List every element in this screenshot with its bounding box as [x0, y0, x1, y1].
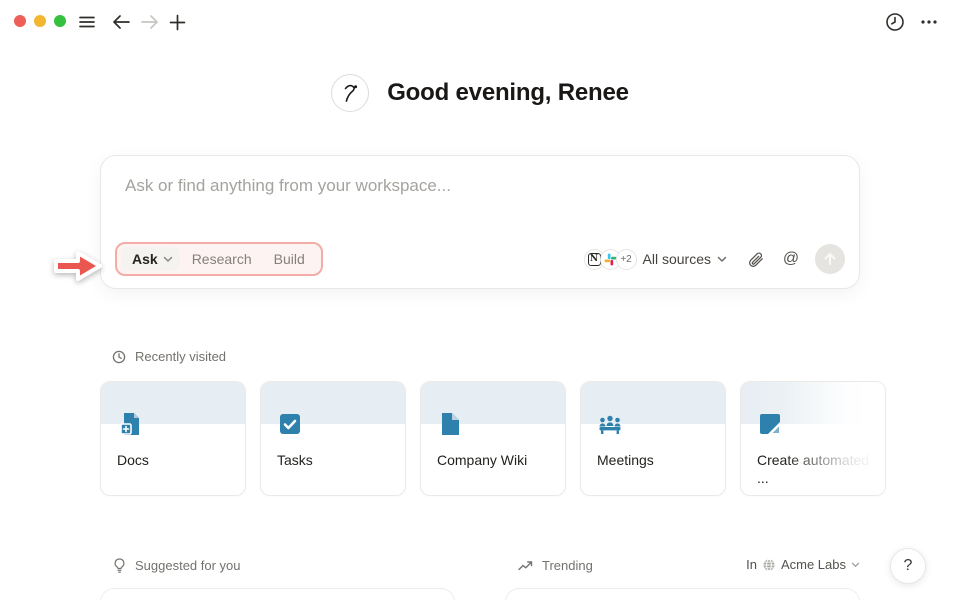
mode-switcher: Ask Research Build — [115, 242, 323, 276]
page-title: Good evening, Renee — [387, 79, 629, 107]
search-input[interactable] — [125, 176, 825, 196]
help-label: ? — [904, 557, 913, 575]
clock-icon — [885, 12, 905, 32]
close-window-button[interactable] — [14, 15, 26, 27]
task-check-icon — [277, 411, 303, 437]
card-label: Docs — [117, 452, 233, 470]
all-sources-label: All sources — [643, 251, 711, 267]
card-company-wiki[interactable]: Company Wiki — [420, 381, 566, 496]
arrow-right-icon — [140, 14, 159, 30]
trending-header: Trending — [518, 558, 593, 573]
source-overflow-badge: +2 — [616, 249, 637, 270]
new-tab-button[interactable] — [166, 11, 188, 33]
mode-ask-button[interactable]: Ask — [121, 247, 180, 271]
ask-composer: Ask Research Build N — [100, 155, 860, 289]
annotation-arrow-icon — [50, 246, 106, 286]
trending-title: Trending — [542, 558, 593, 573]
trending-up-icon — [518, 560, 533, 572]
card-docs[interactable]: Docs — [100, 381, 246, 496]
minimize-window-button[interactable] — [34, 15, 46, 27]
send-button[interactable] — [815, 244, 845, 274]
suggested-card-peek[interactable] — [100, 588, 455, 600]
sidebar-menu-button[interactable] — [76, 11, 98, 33]
history-button[interactable] — [884, 11, 906, 33]
forward-button[interactable] — [138, 11, 160, 33]
suggested-title: Suggested for you — [135, 558, 241, 573]
mention-button[interactable]: @ — [777, 245, 805, 273]
chevron-down-icon — [851, 562, 860, 568]
mode-research-button[interactable]: Research — [182, 247, 262, 271]
source-icons: N +2 — [584, 249, 637, 270]
workspace-scope-selector[interactable]: In Acme Labs — [746, 557, 860, 572]
card-label: Meetings — [597, 452, 713, 470]
recently-visited-header: Recently visited — [112, 349, 226, 364]
arrow-left-icon — [112, 14, 131, 30]
card-label: Create automated ... — [757, 452, 873, 487]
back-button[interactable] — [110, 11, 132, 33]
attach-file-button[interactable] — [741, 245, 769, 273]
all-sources-selector[interactable]: N +2 All sources — [578, 246, 733, 273]
arrow-up-icon — [823, 252, 837, 266]
more-options-button[interactable] — [918, 11, 940, 33]
ellipsis-icon — [919, 12, 939, 32]
mode-ask-label: Ask — [132, 251, 158, 267]
zoom-window-button[interactable] — [54, 15, 66, 27]
chevron-down-icon — [717, 256, 727, 263]
wiki-doc-icon — [437, 411, 463, 437]
lightbulb-icon — [113, 558, 126, 573]
meeting-people-icon — [597, 411, 623, 437]
window-toolbar — [0, 0, 960, 44]
greeting-header: Good evening, Renee — [0, 74, 960, 112]
recently-visited-cards: Docs Tasks Company Wiki Meeting — [100, 381, 886, 496]
recently-visited-title: Recently visited — [135, 349, 226, 364]
scope-prefix: In — [746, 557, 757, 572]
paperclip-icon — [747, 251, 764, 268]
card-tasks[interactable]: Tasks — [260, 381, 406, 496]
card-meetings[interactable]: Meetings — [580, 381, 726, 496]
doc-plus-icon — [117, 411, 143, 437]
clock-icon — [112, 350, 126, 364]
suggested-header: Suggested for you — [113, 558, 241, 573]
help-button[interactable]: ? — [890, 548, 926, 584]
mode-build-button[interactable]: Build — [264, 247, 315, 271]
plus-icon — [169, 14, 186, 31]
globe-icon — [762, 558, 776, 572]
card-label: Company Wiki — [437, 452, 553, 470]
at-sign-icon: @ — [783, 250, 799, 268]
template-icon — [757, 411, 783, 437]
hamburger-menu-icon — [78, 13, 96, 31]
composer-toolbar: Ask Research Build N — [115, 242, 845, 276]
chevron-down-icon — [163, 256, 173, 263]
scope-workspace-name: Acme Labs — [781, 557, 846, 572]
card-create-automated[interactable]: Create automated ... — [740, 381, 886, 496]
notion-face-icon — [331, 74, 369, 112]
card-label: Tasks — [277, 452, 393, 470]
trending-card-peek[interactable] — [505, 588, 860, 600]
